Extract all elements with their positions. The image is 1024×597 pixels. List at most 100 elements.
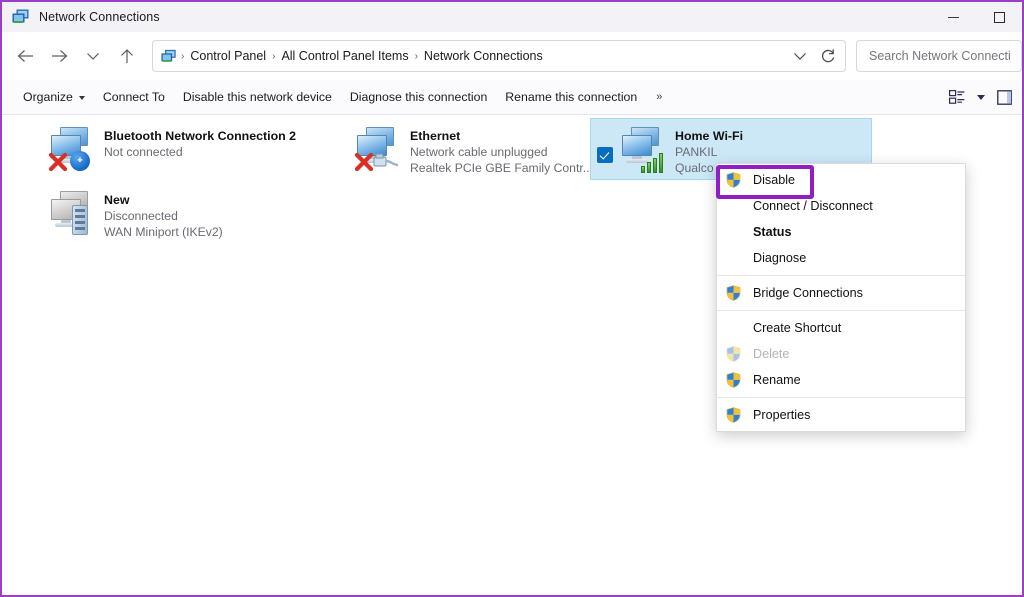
vpn-adapter-icon <box>48 189 100 239</box>
toolbar-overflow-button[interactable]: » <box>646 87 671 107</box>
connection-checkbox[interactable] <box>597 147 613 163</box>
network-connections-icon <box>12 9 30 25</box>
view-options-icon[interactable] <box>944 84 970 110</box>
minimize-button[interactable] <box>930 2 976 32</box>
forward-button[interactable] <box>42 40 76 72</box>
no-icon <box>725 198 743 214</box>
menu-separator <box>717 275 965 276</box>
connection-item-ethernet[interactable]: Ethernet Network cable unplugged Realtek… <box>330 119 612 183</box>
preview-pane-icon <box>996 89 1012 105</box>
connection-status: PANKIL <box>675 145 718 159</box>
title-bar: Network Connections <box>2 2 1022 32</box>
navigation-bar: › Control Panel › All Control Panel Item… <box>2 32 1022 80</box>
up-button[interactable] <box>110 40 144 72</box>
organize-label: Organize <box>23 90 73 104</box>
menu-item-label: Bridge Connections <box>753 286 863 300</box>
menu-item-label: Diagnose <box>753 251 807 265</box>
connection-status: Disconnected <box>104 209 178 223</box>
menu-item-label: Disable <box>753 173 795 187</box>
arrow-left-icon <box>17 50 33 62</box>
connection-adapter: WAN Miniport (IKEv2) <box>104 225 223 239</box>
connection-status: Not connected <box>104 145 183 159</box>
view-options-dropdown-button[interactable] <box>972 84 990 110</box>
connect-to-button[interactable]: Connect To <box>94 86 174 108</box>
chevron-down-icon <box>87 53 99 60</box>
network-connections-window: Network Connections › Control Panel › Al… <box>0 0 1024 597</box>
menu-item-label: Status <box>753 225 792 239</box>
connection-adapter: Realtek PCIe GBE Family Contr... <box>410 161 593 175</box>
menu-separator <box>717 310 965 311</box>
arrow-up-icon <box>121 48 133 63</box>
menu-item-disable[interactable]: Disable <box>717 167 965 193</box>
maximize-icon <box>993 11 1005 23</box>
connection-text: Ethernet Network cable unplugged Realtek… <box>410 125 608 176</box>
connection-name: Home Wi-Fi <box>675 129 744 143</box>
connection-status: Network cable unplugged <box>410 145 548 159</box>
menu-item-label: Create Shortcut <box>753 321 842 335</box>
no-icon <box>725 224 743 240</box>
uac-shield-icon <box>725 372 743 388</box>
rename-this-connection-button[interactable]: Rename this connection <box>496 86 646 108</box>
bluetooth-icon: ᛭ <box>70 151 90 171</box>
signal-bars-icon <box>641 149 667 173</box>
menu-item-connect-disconnect[interactable]: Connect / Disconnect <box>717 193 965 219</box>
wifi-adapter-icon <box>619 125 671 175</box>
breadcrumb-all-control-panel-items[interactable]: All Control Panel Items <box>276 47 413 65</box>
rename-label: Rename this connection <box>505 90 638 104</box>
preview-pane-button[interactable] <box>992 84 1016 110</box>
refresh-button[interactable] <box>813 42 843 70</box>
address-bar[interactable]: › Control Panel › All Control Panel Item… <box>152 40 846 72</box>
disable-this-network-device-button[interactable]: Disable this network device <box>174 86 341 108</box>
uac-shield-icon <box>725 346 743 362</box>
menu-item-diagnose[interactable]: Diagnose <box>717 245 965 271</box>
uac-shield-icon <box>725 407 743 423</box>
maximize-button[interactable] <box>976 2 1022 32</box>
ethernet-adapter-icon <box>354 125 406 175</box>
connection-name: New <box>104 193 130 207</box>
diagnose-this-connection-button[interactable]: Diagnose this connection <box>341 86 496 108</box>
chevron-down-icon <box>977 94 985 100</box>
connect-to-label: Connect To <box>102 90 165 104</box>
bluetooth-network-adapter-icon: ᛭ <box>48 125 100 175</box>
menu-item-bridge-connections[interactable]: Bridge Connections <box>717 280 965 306</box>
connection-text: Bluetooth Network Connection 2 Not conne… <box>104 125 302 160</box>
chevron-down-icon <box>794 53 806 60</box>
connection-item-new[interactable]: New Disconnected WAN Miniport (IKEv2) <box>24 183 306 247</box>
server-icon <box>72 205 88 235</box>
diagnose-label: Diagnose this connection <box>349 90 488 104</box>
breadcrumb-control-panel[interactable]: Control Panel <box>185 47 271 65</box>
caret-down-icon <box>78 96 85 100</box>
search-box[interactable] <box>856 40 1022 72</box>
previous-locations-button[interactable] <box>787 42 813 70</box>
red-x-icon <box>354 152 374 172</box>
organize-button[interactable]: Organize <box>14 86 94 108</box>
menu-item-delete: Delete <box>717 341 965 367</box>
back-button[interactable] <box>8 40 42 72</box>
breadcrumb-network-connections[interactable]: Network Connections <box>419 47 548 65</box>
connection-item-bluetooth[interactable]: ᛭ Bluetooth Network Connection 2 Not con… <box>24 119 306 183</box>
refresh-icon <box>821 49 835 63</box>
menu-item-status[interactable]: Status <box>717 219 965 245</box>
menu-item-label: Rename <box>753 373 801 387</box>
connection-name: Ethernet <box>410 129 461 143</box>
menu-item-label: Connect / Disconnect <box>753 199 873 213</box>
red-x-icon <box>48 152 68 172</box>
menu-item-create-shortcut[interactable]: Create Shortcut <box>717 315 965 341</box>
context-menu: Disable Connect / Disconnect Status Diag… <box>716 163 966 432</box>
no-icon <box>725 250 743 266</box>
connection-text: New Disconnected WAN Miniport (IKEv2) <box>104 189 302 240</box>
menu-item-label: Properties <box>753 408 811 422</box>
connection-name: Bluetooth Network Connection 2 <box>104 129 297 143</box>
menu-item-rename[interactable]: Rename <box>717 367 965 393</box>
command-bar-right <box>944 84 1016 110</box>
disable-device-label: Disable this network device <box>182 90 332 104</box>
command-bar: Organize Connect To Disable this network… <box>2 80 1022 115</box>
search-input[interactable] <box>867 48 1021 64</box>
arrow-right-icon <box>51 50 67 62</box>
menu-item-properties[interactable]: Properties <box>717 402 965 428</box>
menu-separator <box>717 397 965 398</box>
menu-item-label: Delete <box>753 347 790 361</box>
window-controls <box>930 2 1022 32</box>
recent-locations-button[interactable] <box>76 40 110 72</box>
connections-list: ᛭ Bluetooth Network Connection 2 Not con… <box>2 115 1022 595</box>
